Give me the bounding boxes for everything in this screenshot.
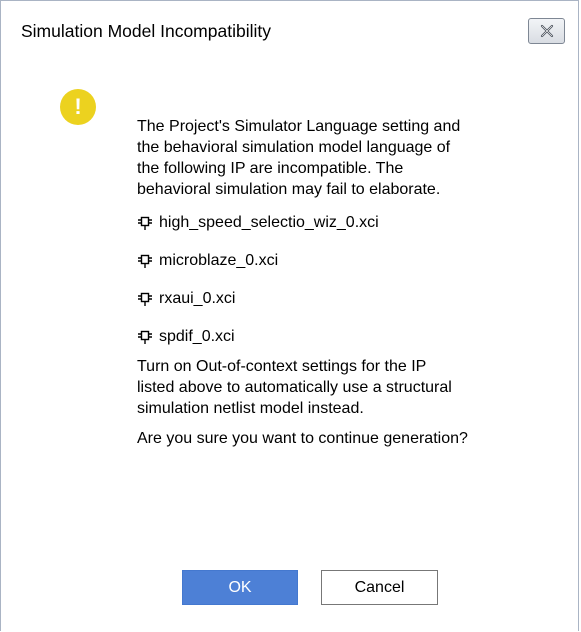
cancel-button[interactable]: Cancel: [321, 570, 438, 605]
intro-line: the behavioral simulation model language…: [137, 139, 451, 156]
ip-list-item: rxaui_0.xci: [137, 288, 557, 309]
warning-icon: !: [60, 89, 96, 125]
advice-line: Turn on Out-of-context settings for the …: [137, 358, 427, 375]
ip-name: spdif_0.xci: [159, 328, 235, 345]
intro-line: The Project's Simulator Language setting…: [137, 118, 461, 135]
close-button[interactable]: [528, 18, 565, 44]
confirm-question: Are you sure you want to continue genera…: [137, 430, 468, 447]
dialog-title: Simulation Model Incompatibility: [21, 21, 271, 41]
intro-line: the following IP are incompatible. The: [137, 160, 404, 177]
title-bar: Simulation Model Incompatibility: [1, 1, 578, 64]
ip-chip-icon: [137, 291, 153, 307]
ip-list-item: microblaze_0.xci: [137, 250, 557, 271]
ip-chip-icon: [137, 253, 153, 269]
ip-name: rxaui_0.xci: [159, 290, 236, 307]
close-icon: [540, 24, 553, 38]
simulation-model-dialog: Simulation Model Incompatibility ! The P…: [0, 0, 579, 631]
ip-name: high_speed_selectio_wiz_0.xci: [159, 214, 379, 231]
advice-text: Turn on Out-of-context settings for the …: [137, 356, 557, 419]
intro-line: behavioral simulation may fail to elabor…: [137, 181, 441, 198]
advice-line: listed above to automatically use a stru…: [137, 379, 452, 396]
intro-text: The Project's Simulator Language setting…: [137, 116, 557, 200]
ok-button[interactable]: OK: [182, 570, 298, 605]
message-body: The Project's Simulator Language setting…: [137, 116, 557, 449]
ip-chip-icon: [137, 329, 153, 345]
ip-list-item: spdif_0.xci: [137, 326, 557, 347]
ip-list-item: high_speed_selectio_wiz_0.xci: [137, 212, 557, 233]
advice-line: simulation netlist model instead.: [137, 400, 364, 417]
ip-name: microblaze_0.xci: [159, 252, 279, 269]
ip-list: high_speed_selectio_wiz_0.xci microblaze…: [137, 212, 557, 347]
ip-chip-icon: [137, 215, 153, 231]
